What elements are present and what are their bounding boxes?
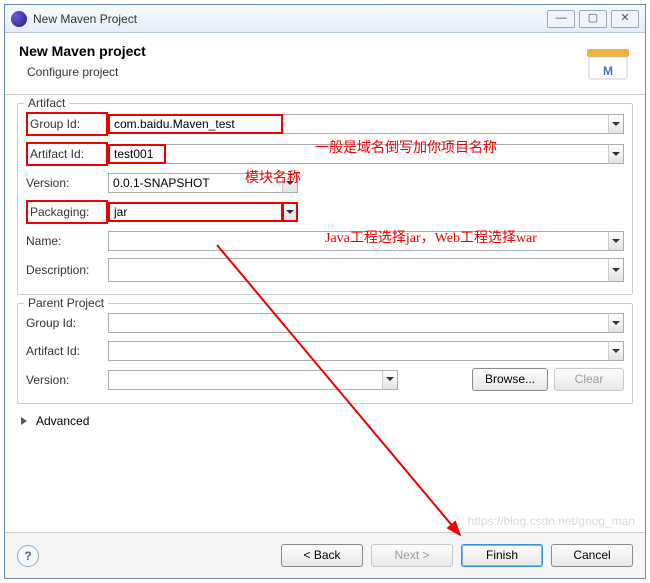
titlebar: New Maven Project — ▢ ✕ [5,5,645,33]
packaging-dropdown[interactable] [282,202,298,222]
group-id-label: Group Id: [26,112,108,136]
wizard-header: New Maven project Configure project M [5,33,645,95]
parent-group-id-dropdown[interactable] [608,313,624,333]
advanced-label: Advanced [36,414,89,428]
artifact-id-row: Artifact Id: test001 [26,142,624,166]
parent-group: Parent Project Group Id: Artifact Id: Ve… [17,303,633,404]
artifact-id-dropdown[interactable] [608,144,624,164]
dialog-window: New Maven Project — ▢ ✕ New Maven projec… [4,4,646,579]
artifact-id-label: Artifact Id: [26,142,108,166]
name-input[interactable] [108,231,609,251]
version-dropdown[interactable] [282,173,298,193]
close-button[interactable]: ✕ [611,10,639,28]
name-row: Name: [26,230,624,252]
description-row: Description: [26,258,624,282]
artifact-id-input-ext[interactable] [166,144,609,164]
window-buttons: — ▢ ✕ [547,10,639,28]
name-label: Name: [26,234,108,248]
parent-artifact-id-row: Artifact Id: [26,340,624,362]
version-row: Version: 0.0.1-SNAPSHOT [26,172,624,194]
parent-legend: Parent Project [24,296,108,310]
eclipse-icon [11,11,27,27]
button-bar: ? < Back Next > Finish Cancel [5,532,645,578]
maven-icon: M [585,43,631,86]
parent-version-row: Version: Browse... Clear [26,368,624,391]
packaging-row: Packaging: jar [26,200,624,224]
parent-version-dropdown[interactable] [382,370,398,390]
content-area: Artifact Group Id: com.baidu.Maven_test … [5,95,645,438]
browse-button[interactable]: Browse... [472,368,548,391]
artifact-legend: Artifact [24,96,69,110]
parent-group-id-input[interactable] [108,313,609,333]
description-input[interactable] [108,258,609,282]
advanced-toggle[interactable]: Advanced [17,412,93,430]
minimize-button[interactable]: — [547,10,575,28]
parent-group-id-label: Group Id: [26,316,108,330]
parent-artifact-id-input[interactable] [108,341,609,361]
finish-button[interactable]: Finish [461,544,543,567]
cancel-button[interactable]: Cancel [551,544,633,567]
group-id-input[interactable]: com.baidu.Maven_test [108,114,283,134]
packaging-input[interactable]: jar [108,202,283,222]
watermark: https://blog.csdn.net/goog_man [468,514,635,528]
page-subtitle: Configure project [27,65,146,79]
back-button[interactable]: < Back [281,544,363,567]
parent-artifact-id-dropdown[interactable] [608,341,624,361]
group-id-dropdown[interactable] [608,114,624,134]
parent-artifact-id-label: Artifact Id: [26,344,108,358]
page-title: New Maven project [19,43,146,59]
clear-button: Clear [554,368,624,391]
packaging-label: Packaging: [26,200,108,224]
group-id-row: Group Id: com.baidu.Maven_test [26,112,624,136]
artifact-group: Artifact Group Id: com.baidu.Maven_test … [17,103,633,295]
name-dropdown[interactable] [608,231,624,251]
version-input[interactable]: 0.0.1-SNAPSHOT [108,173,283,193]
artifact-id-input[interactable]: test001 [108,144,166,164]
parent-version-label: Version: [26,373,108,387]
group-id-input-ext[interactable] [283,114,609,134]
version-label: Version: [26,176,108,190]
description-dropdown[interactable] [608,258,624,282]
maximize-button[interactable]: ▢ [579,10,607,28]
help-button[interactable]: ? [17,545,39,567]
expand-icon [21,417,31,425]
window-title: New Maven Project [33,12,137,26]
parent-version-input[interactable] [108,370,383,390]
next-button: Next > [371,544,453,567]
description-label: Description: [26,263,108,277]
parent-group-id-row: Group Id: [26,312,624,334]
svg-text:M: M [603,64,613,78]
